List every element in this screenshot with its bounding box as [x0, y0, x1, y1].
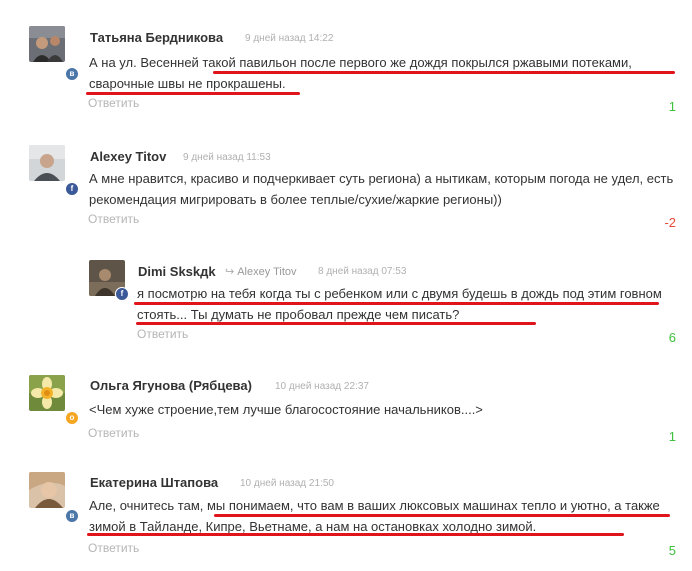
reply-button[interactable]: Ответить — [137, 327, 188, 341]
comment-score: 1 — [668, 429, 676, 444]
reply-button[interactable]: Ответить — [88, 96, 139, 110]
comment-score: -2 — [664, 215, 676, 230]
comment-score: 1 — [668, 99, 676, 114]
highlight-underline — [134, 302, 659, 305]
comment-author[interactable]: Татьяна Бердникова — [90, 30, 223, 45]
reply-button[interactable]: Ответить — [88, 541, 139, 555]
comment-timestamp: 10 дней назад 21:50 — [240, 478, 334, 489]
highlight-underline — [86, 92, 300, 95]
avatar[interactable] — [29, 472, 65, 508]
avatar-photo-icon — [29, 472, 65, 508]
highlight-underline — [87, 533, 624, 536]
comment-text: <Чем хуже строение,тем лучше благосостоя… — [89, 402, 483, 417]
odnoklassniki-network-icon: о — [65, 411, 79, 425]
avatar-photo-icon — [29, 26, 65, 62]
comment-author[interactable]: Екатерина Штапова — [90, 475, 218, 490]
comment-author[interactable]: Ольга Ягунова (Рябцева) — [90, 378, 252, 393]
comment-score: 6 — [668, 330, 676, 345]
reply-button[interactable]: Ответить — [88, 426, 139, 440]
reply-to-author: Alexey Titov — [237, 266, 297, 278]
avatar[interactable] — [29, 375, 65, 411]
vk-network-icon: в — [65, 67, 79, 81]
avatar-flower-icon — [29, 375, 65, 411]
highlight-underline — [213, 71, 675, 74]
comment-timestamp: 9 дней назад 14:22 — [245, 33, 334, 44]
comment-author[interactable]: Dimi Skskдk — [138, 264, 216, 279]
reply-button[interactable]: Ответить — [88, 212, 139, 226]
avatar-photo-icon — [29, 145, 65, 181]
avatar[interactable] — [29, 26, 65, 62]
avatar[interactable] — [29, 145, 65, 181]
highlight-underline — [214, 514, 670, 517]
comment-timestamp: 8 дней назад 07:53 — [318, 266, 407, 277]
facebook-network-icon: f — [115, 287, 129, 301]
facebook-network-icon: f — [65, 182, 79, 196]
comment-timestamp: 10 дней назад 22:37 — [275, 381, 369, 392]
comment-author[interactable]: Alexey Titov — [90, 149, 166, 164]
highlight-underline — [136, 322, 536, 325]
vk-network-icon: в — [65, 509, 79, 523]
comment-timestamp: 9 дней назад 11:53 — [183, 152, 271, 163]
comment-text: А мне нравится, красиво и подчеркивает с… — [89, 171, 674, 207]
reply-to-reference[interactable]: ↪ Alexey Titov — [225, 265, 297, 278]
reply-arrow-icon: ↪ — [225, 266, 235, 278]
comment-score: 5 — [668, 543, 676, 558]
